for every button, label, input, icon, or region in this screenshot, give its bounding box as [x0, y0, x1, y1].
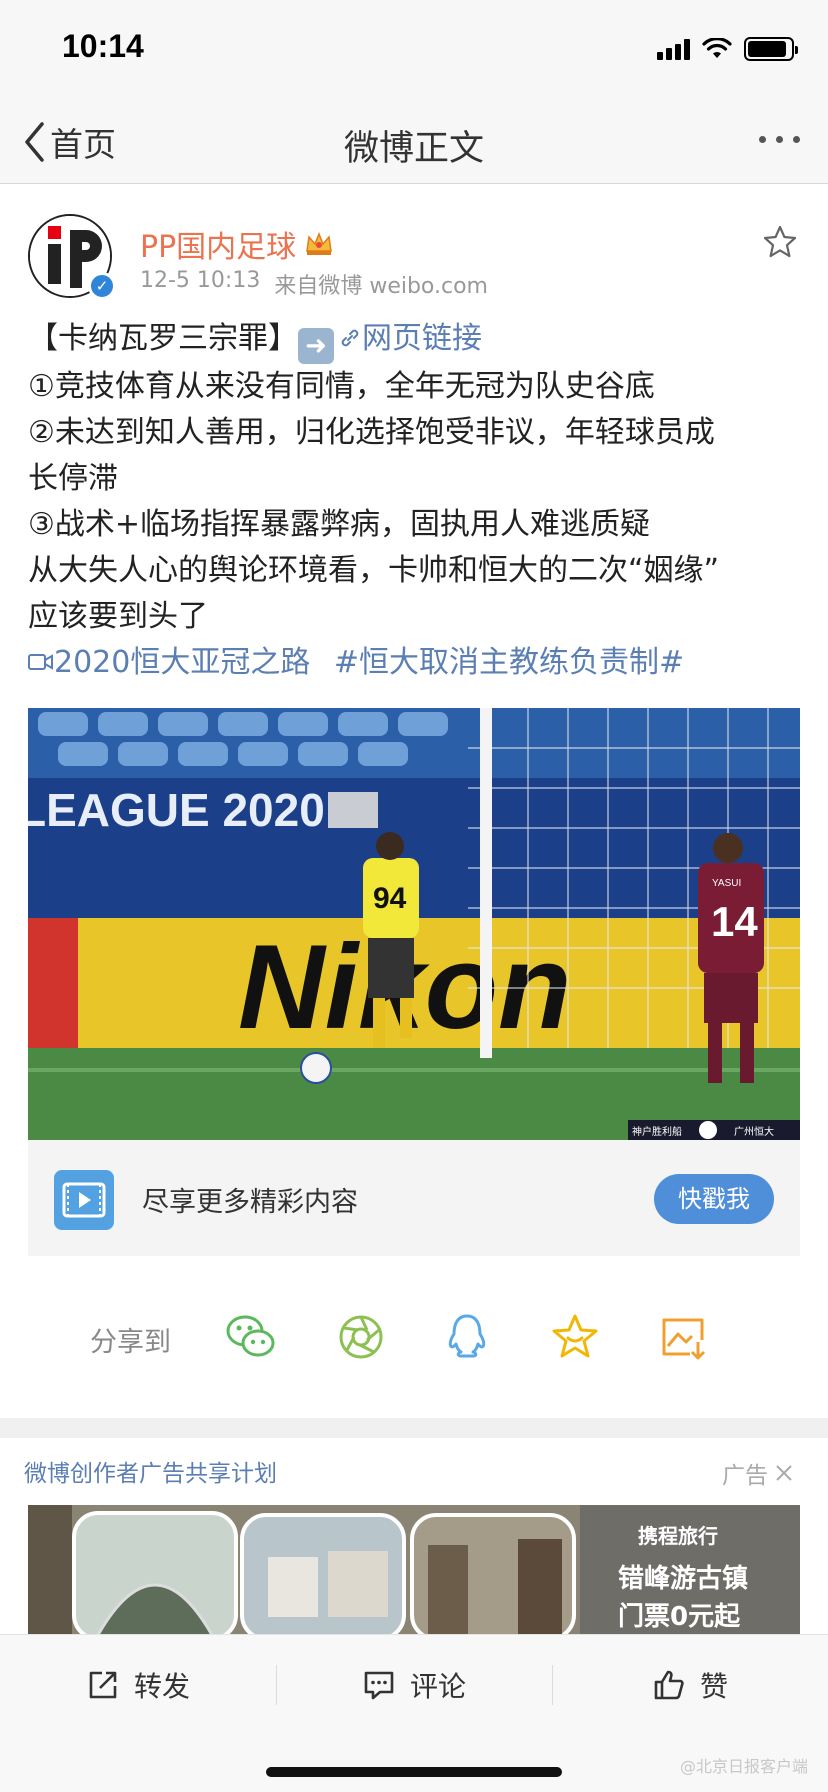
- save-image-icon[interactable]: [656, 1310, 710, 1364]
- verified-badge-icon: ✓: [88, 272, 116, 300]
- ad-banner[interactable]: 携程旅行 错峰游古镇 门票0元起: [28, 1505, 800, 1635]
- ad-label[interactable]: 广告: [722, 1456, 794, 1490]
- post-meta: 12-5 10:13 来自微博 weibo.com: [140, 268, 488, 300]
- ad-headline-1: 错峰游古镇: [618, 1564, 748, 1594]
- comment-button[interactable]: 评论: [362, 1661, 466, 1709]
- app-promo: 尽享更多精彩内容 快戳我: [28, 1140, 800, 1256]
- share-row: 分享到: [0, 1300, 828, 1376]
- action-separator: [276, 1665, 277, 1705]
- board-text: LEAGUE 2020: [28, 784, 325, 836]
- ad-brand: 携程旅行: [638, 1524, 718, 1548]
- author-name[interactable]: PP国内足球: [140, 222, 334, 266]
- repost-label: 转发: [134, 1670, 191, 1703]
- promo-text: 尽享更多精彩内容: [142, 1187, 358, 1218]
- post-line-7: 应该要到头了: [28, 599, 208, 634]
- ad-banner-image: 携程旅行 错峰游古镇 门票0元起: [28, 1505, 800, 1635]
- page-title: 微博正文: [343, 129, 484, 169]
- post-content: 【卡纳瓦罗三宗罪】 ➜ 网页链接 ①竞技体育从来没有同情，全年无冠为队史谷底 ②未达…: [28, 316, 800, 686]
- link-icon: [341, 329, 359, 347]
- wifi-icon: [702, 38, 732, 58]
- status-bar: 10:14: [0, 0, 828, 100]
- like-label: 赞: [700, 1670, 729, 1703]
- watermark: @北京日报客户端: [679, 1757, 808, 1776]
- player-name-yasui: YASUI: [712, 878, 741, 889]
- post-line-6: 从大失人心的舆论环境看，卡帅和恒大的二次“姻缘”: [28, 553, 720, 588]
- ad-headline-2: 门票0元起: [618, 1602, 741, 1632]
- status-time: 10:14: [62, 28, 144, 64]
- nav-bar: 首页 微博正文: [0, 100, 828, 184]
- video-player-icon: [54, 1170, 114, 1230]
- player-number-14: 14: [711, 898, 758, 945]
- post-line-5: ③战术+临场指挥暴露弊病，固执用人难逃质疑: [28, 507, 651, 542]
- home-indicator: [266, 1767, 562, 1777]
- section-divider: [0, 1418, 828, 1438]
- post-line-4: 长停滞: [28, 461, 118, 496]
- topic-label-1: 2020恒大亚冠之路: [54, 645, 311, 680]
- close-icon[interactable]: [774, 1463, 794, 1483]
- post-line-1: 【卡纳瓦罗三宗罪】: [28, 321, 298, 356]
- crown-badge-icon: [306, 231, 333, 255]
- repost-icon: [89, 1671, 117, 1699]
- video-thumbnail[interactable]: LEAGUE 2020 Nikon 94 YASUI 14 神户胜利: [28, 708, 800, 1140]
- battery-icon: [744, 37, 798, 61]
- wechat-icon[interactable]: [224, 1310, 278, 1364]
- post-line-2: ①竞技体育从来没有同情，全年无冠为队史谷底: [28, 369, 655, 404]
- ad-title[interactable]: 微博创作者广告共享计划: [24, 1454, 277, 1488]
- ad-label-text: 广告: [722, 1463, 768, 1489]
- comment-icon: [364, 1671, 394, 1700]
- promo-button[interactable]: 快戳我: [654, 1174, 774, 1224]
- web-link-label: 网页链接: [362, 321, 482, 356]
- football-scene-image: LEAGUE 2020 Nikon 94 YASUI 14 神户胜利: [28, 708, 800, 1140]
- qq-icon[interactable]: [440, 1310, 494, 1364]
- score-right-team: 广州恒大: [734, 1125, 774, 1138]
- signal-icon: [657, 38, 690, 60]
- video-camera-icon: [28, 654, 53, 670]
- author-name-text: PP国内足球: [140, 230, 297, 265]
- action-separator: [552, 1665, 553, 1705]
- status-icons: [657, 36, 798, 62]
- favorite-star-icon[interactable]: [548, 1310, 602, 1364]
- comment-label: 评论: [410, 1670, 467, 1703]
- like-button[interactable]: 赞: [652, 1661, 728, 1709]
- bottom-action-bar: 转发 评论 赞 @北京日报客户端: [0, 1634, 828, 1792]
- topic-link-2[interactable]: #恒大取消主教练负责制#: [334, 645, 684, 680]
- repost-button[interactable]: 转发: [86, 1661, 190, 1709]
- moments-icon[interactable]: [334, 1310, 388, 1364]
- topic-link-1[interactable]: 2020恒大亚冠之路: [28, 645, 310, 680]
- share-label: 分享到: [90, 1327, 171, 1358]
- star-icon[interactable]: [762, 224, 798, 260]
- web-link[interactable]: 网页链接: [338, 321, 482, 356]
- more-icon[interactable]: [759, 136, 800, 143]
- player-number-94: 94: [373, 882, 407, 915]
- arrow-right-icon: ➜: [298, 328, 334, 364]
- thumbs-up-icon: [654, 1670, 684, 1700]
- post-source: 来自微博 weibo.com: [274, 274, 488, 299]
- score-left-team: 神户胜利船: [632, 1125, 682, 1138]
- post-line-3: ②未达到知人善用，归化选择饱受非议，年轻球员成: [28, 415, 715, 450]
- post-date: 12-5 10:13: [140, 268, 261, 293]
